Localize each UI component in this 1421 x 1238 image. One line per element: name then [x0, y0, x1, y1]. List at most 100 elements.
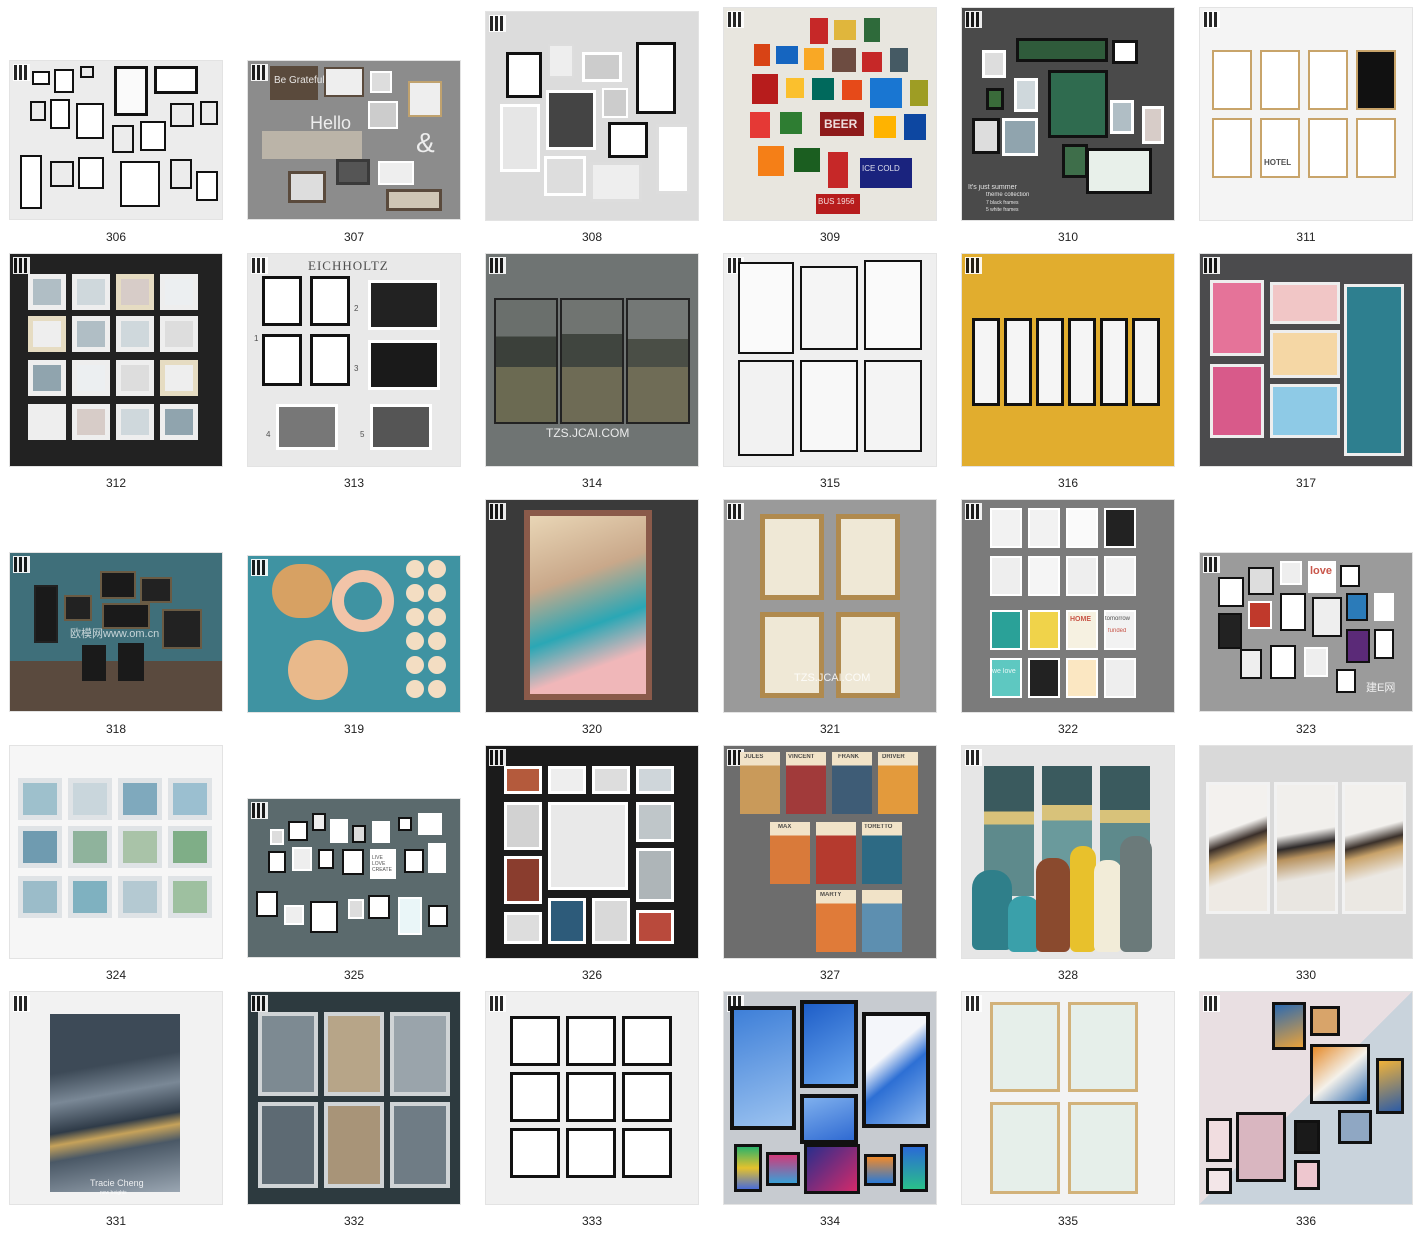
thumbnail-image[interactable]	[724, 992, 936, 1204]
thumbnail-number: 316	[1057, 476, 1079, 490]
thumbnail-card[interactable]: 330	[1200, 746, 1421, 992]
qr-code-icon	[1203, 257, 1220, 274]
thumbnail-card[interactable]: BEER ICE COLD BUS 1956 309	[724, 8, 962, 254]
thumbnail-card[interactable]: 334	[724, 992, 962, 1238]
thumbnail-image[interactable]	[962, 254, 1174, 466]
watermark-text: theme collection	[986, 192, 1030, 198]
watermark-text: 3	[354, 364, 359, 373]
thumbnail-number: 324	[105, 968, 127, 982]
thumbnail-card[interactable]: 320	[486, 500, 724, 746]
watermark-text: TZS.JCAI.COM	[794, 672, 871, 684]
thumbnail-card[interactable]: It's just summer theme collection 7 blac…	[962, 8, 1200, 254]
thumbnail-card[interactable]: 308	[486, 8, 724, 254]
thumbnail-card[interactable]: 328	[962, 746, 1200, 992]
watermark-text: HOME	[1070, 616, 1091, 623]
watermark-text: 5 white frames	[986, 207, 1019, 213]
thumbnail-image[interactable]: TZS.JCAI.COM	[486, 254, 698, 466]
thumbnail-number: 332	[343, 1214, 365, 1228]
thumbnail-card[interactable]: love 建E网 323	[1200, 500, 1421, 746]
qr-code-icon	[1203, 995, 1220, 1012]
thumbnail-card[interactable]: 312	[10, 254, 248, 500]
watermark-text: 欧模网www.om.cn	[70, 628, 160, 640]
thumbnail-image[interactable]: Be Grateful Hello &	[248, 61, 460, 219]
thumbnail-card[interactable]: HOME tomorrow funded we love 322	[962, 500, 1200, 746]
thumbnail-image[interactable]: Tracie Cheng new heights	[10, 992, 222, 1204]
thumbnail-card[interactable]: 336	[1200, 992, 1421, 1238]
thumbnail-card[interactable]: 317	[1200, 254, 1421, 500]
watermark-text: It's just summer	[968, 184, 1017, 191]
thumbnail-image[interactable]	[486, 992, 698, 1204]
thumbnail-card[interactable]: 315	[724, 254, 962, 500]
thumbnail-number: 306	[105, 230, 127, 244]
watermark-text: 1	[254, 334, 259, 343]
qr-code-icon	[1203, 11, 1220, 28]
thumbnail-number: 317	[1295, 476, 1317, 490]
thumbnail-card[interactable]: 欧模网www.om.cn 318	[10, 500, 248, 746]
thumbnail-image[interactable]	[1200, 746, 1412, 958]
thumbnail-image[interactable]	[10, 746, 222, 958]
thumbnail-card[interactable]: Be Grateful Hello & 307	[248, 8, 486, 254]
thumbnail-image[interactable]	[10, 254, 222, 466]
watermark-text: love	[1310, 565, 1333, 577]
watermark-text: ICE COLD	[862, 164, 900, 173]
qr-code-icon	[489, 503, 506, 520]
thumbnail-image[interactable]	[962, 746, 1174, 958]
thumbnail-image[interactable]: TZS.JCAI.COM	[724, 500, 936, 712]
thumbnail-card[interactable]: 316	[962, 254, 1200, 500]
thumbnail-image[interactable]	[724, 254, 936, 466]
thumbnail-image[interactable]	[1200, 992, 1412, 1204]
thumbnail-number: 313	[343, 476, 365, 490]
thumbnail-image[interactable]	[248, 556, 460, 712]
thumbnail-image[interactable]: It's just summer theme collection 7 blac…	[962, 8, 1174, 220]
watermark-text: funded	[1108, 628, 1127, 634]
thumbnail-card[interactable]: EICHHOLTZ 2 1 3 4 5 313	[248, 254, 486, 500]
thumbnail-card[interactable]: JULES VINCENT FRANK DRIVER MAX TORETTO M…	[724, 746, 962, 992]
thumbnail-image[interactable]	[10, 61, 222, 219]
thumbnail-number: 333	[581, 1214, 603, 1228]
thumbnail-card[interactable]: TZS.JCAI.COM 314	[486, 254, 724, 500]
thumbnail-image[interactable]: HOME tomorrow funded we love	[962, 500, 1174, 712]
thumbnail-image[interactable]	[248, 992, 460, 1204]
thumbnail-image[interactable]	[1200, 254, 1412, 466]
thumbnail-card[interactable]: 333	[486, 992, 724, 1238]
thumbnail-number: 336	[1295, 1214, 1317, 1228]
thumbnail-image[interactable]: 欧模网www.om.cn	[10, 553, 222, 711]
thumbnail-image[interactable]	[962, 992, 1174, 1204]
thumbnail-number: 321	[819, 722, 841, 736]
qr-code-icon	[965, 503, 982, 520]
thumbnail-image[interactable]: love 建E网	[1200, 553, 1412, 711]
qr-code-icon	[13, 64, 30, 81]
watermark-text: 2	[354, 304, 359, 313]
thumbnail-image[interactable]: JULES VINCENT FRANK DRIVER MAX TORETTO M…	[724, 746, 936, 958]
watermark-text: MAX	[778, 824, 792, 830]
thumbnail-card[interactable]: 335	[962, 992, 1200, 1238]
thumbnail-image[interactable]	[486, 12, 698, 220]
watermark-text: &	[416, 127, 435, 158]
thumbnail-number: 335	[1057, 1214, 1079, 1228]
thumbnail-number: 307	[343, 230, 365, 244]
qr-code-icon	[251, 995, 268, 1012]
watermark-text: VINCENT	[788, 754, 815, 760]
thumbnail-image[interactable]	[486, 500, 698, 712]
thumbnail-image[interactable]: LIVE LOVE CREATE	[248, 799, 460, 957]
thumbnail-card[interactable]: 306	[10, 8, 248, 254]
thumbnail-card[interactable]: HOTEL 311	[1200, 8, 1421, 254]
thumbnail-number: 326	[581, 968, 603, 982]
watermark-text: BEER	[824, 117, 858, 131]
thumbnail-card[interactable]: LIVE LOVE CREATE 325	[248, 746, 486, 992]
thumbnail-image[interactable]: HOTEL	[1200, 8, 1412, 220]
thumbnail-image[interactable]: EICHHOLTZ 2 1 3 4 5	[248, 254, 460, 466]
thumbnail-card[interactable]: Tracie Cheng new heights 331	[10, 992, 248, 1238]
thumbnail-image[interactable]: BEER ICE COLD BUS 1956	[724, 8, 936, 220]
thumbnail-number: 309	[819, 230, 841, 244]
thumbnail-card[interactable]: 319	[248, 500, 486, 746]
qr-code-icon	[489, 995, 506, 1012]
thumbnail-card[interactable]: 326	[486, 746, 724, 992]
qr-code-icon	[965, 257, 982, 274]
qr-code-icon	[965, 749, 982, 766]
thumbnail-card[interactable]: 332	[248, 992, 486, 1238]
thumbnail-card[interactable]: 324	[10, 746, 248, 992]
watermark-text: TORETTO	[864, 824, 893, 830]
thumbnail-card[interactable]: TZS.JCAI.COM 321	[724, 500, 962, 746]
thumbnail-image[interactable]	[486, 746, 698, 958]
